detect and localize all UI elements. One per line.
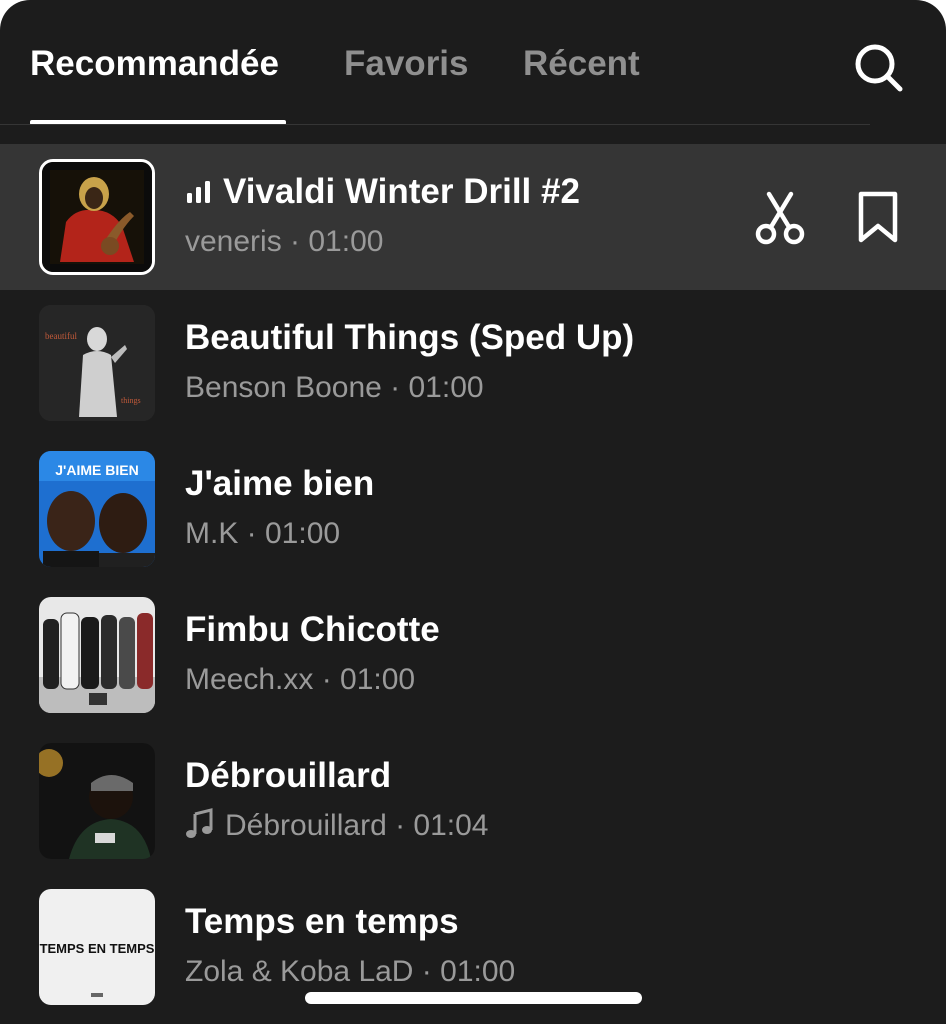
- track-subtitle: Zola & Koba LaD · 01:00: [185, 955, 516, 988]
- tab-recent[interactable]: Récent: [523, 44, 640, 84]
- scissors-icon: [755, 191, 805, 245]
- sound-picker-sheet: Recommandée Favoris Récent Vivaldi Winte…: [0, 0, 946, 1024]
- search-icon: [855, 44, 903, 92]
- track-row[interactable]: Vivaldi Winter Drill #2 veneris · 01:00: [0, 144, 946, 290]
- tab-recommandee[interactable]: Recommandée: [30, 44, 279, 84]
- bookmark-button[interactable]: [848, 188, 908, 248]
- album-cover: TEMPS EN TEMPS: [39, 889, 155, 1005]
- track-title: Débrouillard: [185, 756, 392, 795]
- cover-art-beautiful-things: beautiful things: [39, 305, 155, 421]
- track-title: Fimbu Chicotte: [185, 610, 440, 649]
- now-playing-icon: [187, 181, 210, 203]
- search-button[interactable]: [848, 38, 908, 94]
- album-cover: [39, 159, 155, 275]
- track-row[interactable]: beautiful things Beautiful Things (Sped …: [0, 290, 946, 436]
- track-row[interactable]: J'AIME BIEN J'aime bien M.K · 01:00: [0, 436, 946, 582]
- home-indicator[interactable]: [305, 992, 642, 1004]
- album-cover: J'AIME BIEN: [39, 451, 155, 567]
- track-subtitle: veneris · 01:00: [185, 225, 384, 258]
- cover-art-jaime-bien: J'AIME BIEN: [39, 451, 155, 567]
- track-row[interactable]: Débrouillard Débrouillard · 01:04: [0, 728, 946, 874]
- track-subtitle-text: Débrouillard · 01:04: [225, 809, 489, 842]
- svg-text:beautiful: beautiful: [45, 331, 77, 341]
- music-note-icon: [186, 808, 213, 838]
- tab-favoris[interactable]: Favoris: [344, 44, 469, 84]
- cover-art-vivaldi: [42, 162, 152, 272]
- track-subtitle: Débrouillard · 01:04: [185, 808, 488, 844]
- album-cover: [39, 597, 155, 713]
- svg-text:things: things: [121, 396, 141, 405]
- track-subtitle: Benson Boone · 01:00: [185, 371, 484, 404]
- track-subtitle: M.K · 01:00: [185, 517, 341, 550]
- track-subtitle: Meech.xx · 01:00: [185, 663, 416, 696]
- track-title: J'aime bien: [185, 464, 375, 503]
- tab-bar: Recommandée Favoris Récent: [0, 0, 946, 126]
- cover-art-temps-en-temps: TEMPS EN TEMPS: [39, 889, 155, 1005]
- cover-text: TEMPS EN TEMPS: [40, 941, 155, 956]
- album-cover: [39, 743, 155, 859]
- track-title: Temps en temps: [185, 902, 459, 941]
- track-title: Vivaldi Winter Drill #2: [185, 172, 580, 212]
- album-cover: beautiful things: [39, 305, 155, 421]
- cover-text: J'AIME BIEN: [55, 462, 138, 478]
- track-row[interactable]: Fimbu Chicotte Meech.xx · 01:00: [0, 582, 946, 728]
- trim-button[interactable]: [750, 188, 810, 248]
- track-title: Beautiful Things (Sped Up): [185, 318, 635, 357]
- bookmark-icon: [858, 191, 898, 243]
- cover-art-debrouillard: [39, 743, 155, 859]
- track-title-text: Vivaldi Winter Drill #2: [223, 172, 580, 211]
- tab-divider: [0, 124, 870, 125]
- cover-art-fimbu-chicotte: [39, 597, 155, 713]
